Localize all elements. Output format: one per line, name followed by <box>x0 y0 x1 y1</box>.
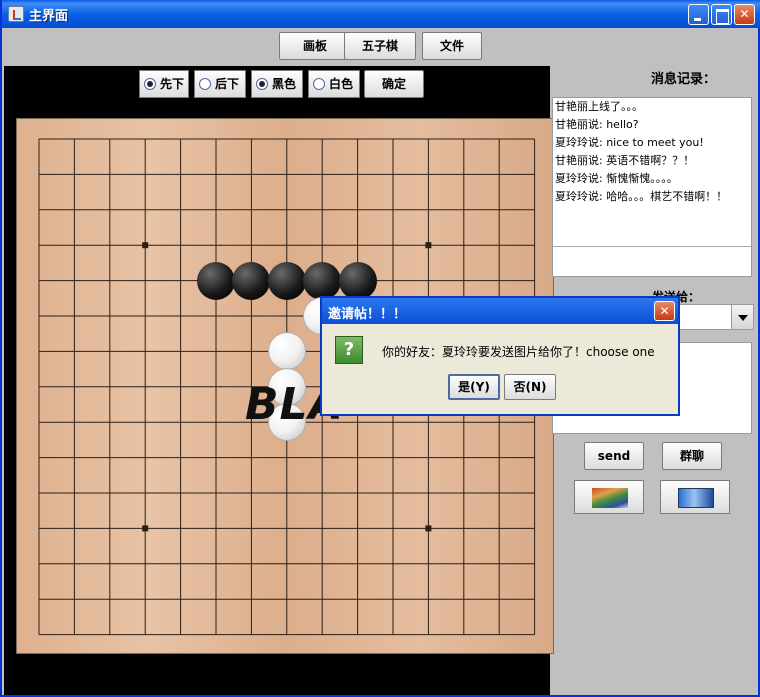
chat-message: 夏玲玲说: 惭愧惭愧。。。。 <box>555 172 678 185</box>
send-image-button[interactable] <box>660 480 730 514</box>
question-icon: ? <box>335 336 363 364</box>
nav-wenjian-button[interactable]: 文件 <box>422 32 482 60</box>
dialog-close-button[interactable]: ✕ <box>654 301 675 321</box>
chat-message: 甘艳丽说: 英语不错啊？？！ <box>555 154 695 167</box>
invite-dialog: 邀请帖！！！ ✕ ? 你的好友：夏玲玲要发送图片给你了！choose one 是… <box>320 296 680 416</box>
confirm-button[interactable]: 确定 <box>364 70 424 98</box>
nav-huaban-button[interactable]: 画板 <box>279 32 351 60</box>
dialog-title: 邀请帖！！！ <box>328 307 407 322</box>
main-window: 主界面 ✕ 画板 五子棋 文件 先下 后下 黑色 白色 确定 BLA 消息记录：… <box>0 0 760 697</box>
maximize-button[interactable] <box>711 4 732 25</box>
chat-message: 甘艳丽上线了。。。 <box>555 100 643 113</box>
radio-dot <box>256 78 268 90</box>
dialog-no-button[interactable]: 否(N) <box>504 374 556 400</box>
group-chat-button[interactable]: 群聊 <box>662 442 722 470</box>
radio-label: 白色 <box>329 77 354 91</box>
chat-message: 夏玲玲说: 哈哈。。。棋艺不错啊！！ <box>555 190 728 203</box>
star-point <box>425 525 432 532</box>
title-bar: 主界面 ✕ <box>2 0 760 28</box>
message-log[interactable]: 甘艳丽上线了。。。 甘艳丽说: hello? 夏玲玲说: nice to meet … <box>552 97 752 277</box>
radio-second-move[interactable]: 后下 <box>194 70 246 98</box>
black-stone <box>232 261 271 300</box>
radio-label: 先下 <box>160 77 185 91</box>
radio-dot <box>144 78 156 90</box>
chat-message: 夏玲玲说: nice to meet you! <box>555 136 704 149</box>
picture-card-icon <box>678 488 714 508</box>
star-point <box>142 242 149 249</box>
dialog-yes-button[interactable]: 是(Y) <box>448 374 500 400</box>
radio-black[interactable]: 黑色 <box>251 70 303 98</box>
chat-message: 甘艳丽说: hello? <box>555 118 639 131</box>
chevron-down-icon[interactable] <box>731 305 753 329</box>
black-stone <box>338 261 377 300</box>
close-button[interactable]: ✕ <box>734 4 755 25</box>
colored-pencils-icon <box>592 488 628 508</box>
draw-tool-button[interactable] <box>574 480 644 514</box>
radio-label: 后下 <box>215 77 240 91</box>
black-stone <box>197 261 235 300</box>
radio-dot <box>313 78 325 90</box>
radio-label: 黑色 <box>272 77 297 91</box>
message-log-divider <box>553 246 751 247</box>
minimize-button[interactable] <box>688 4 709 25</box>
radio-first-move[interactable]: 先下 <box>139 70 189 98</box>
java-app-icon <box>8 6 24 22</box>
star-point <box>425 242 432 249</box>
nav-wuziqi-button[interactable]: 五子棋 <box>344 32 416 60</box>
send-button[interactable]: send <box>584 442 644 470</box>
white-stone <box>267 332 306 371</box>
radio-white[interactable]: 白色 <box>308 70 360 98</box>
star-point <box>142 525 149 532</box>
dialog-title-bar: 邀请帖！！！ ✕ <box>322 298 678 324</box>
dialog-message: 你的好友：夏玲玲要发送图片给你了！choose one <box>382 345 655 359</box>
radio-dot <box>199 78 211 90</box>
black-stone <box>267 261 306 300</box>
window-title: 主界面 <box>29 9 69 24</box>
black-stone <box>303 261 342 300</box>
message-log-title: 消息记录： <box>651 72 717 87</box>
